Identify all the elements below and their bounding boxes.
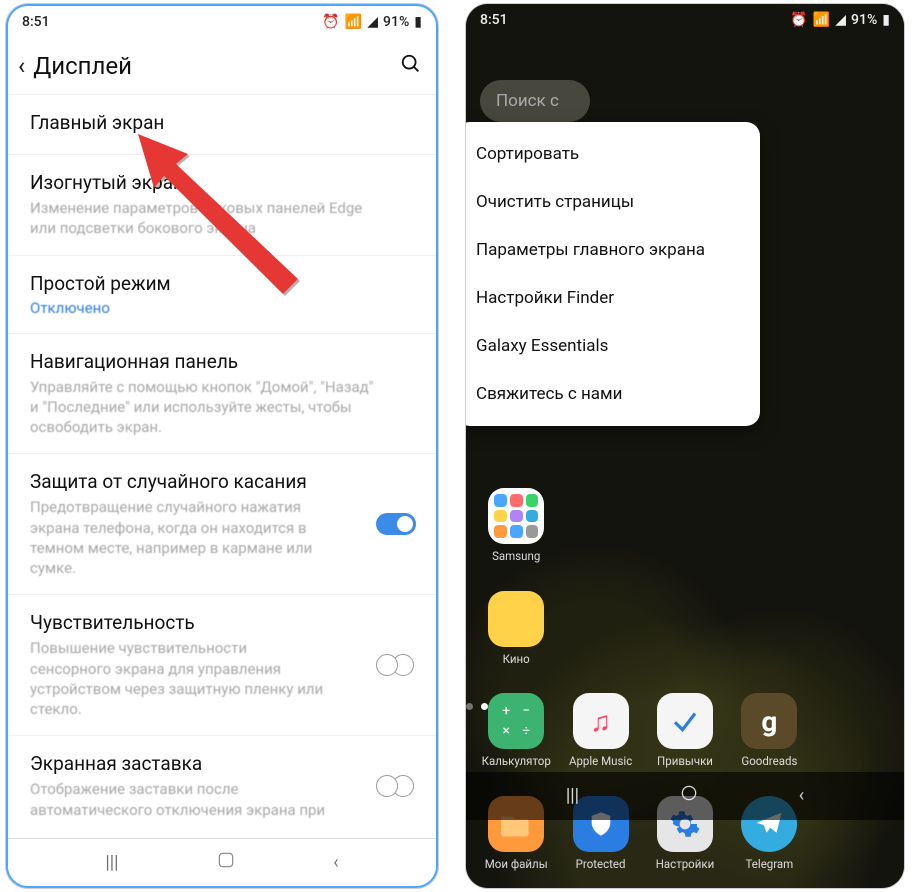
page-indicator [466,703,904,710]
recents-button[interactable]: ||| [566,785,579,806]
app-label: Кино [503,653,530,666]
back-icon[interactable]: ‹ [18,52,25,80]
item-label: Главный экран [30,111,414,134]
item-sub: Изменение параметров боковых панелей Edg… [30,198,376,239]
status-bar: 8:51 ⏰ 📶 ◢ 91% ▮ [8,6,436,38]
app-samsung-folder[interactable]: Samsung [474,488,558,563]
signal-icon: ◢ [367,14,378,30]
status-time: 8:51 [480,12,508,28]
item-easy-mode[interactable]: Простой режим Отключено [8,255,436,333]
status-battery: 91% [851,12,877,28]
battery-icon: ▮ [414,14,422,30]
item-sub: Управляйте с помощью кнопок "Домой", "На… [30,377,376,438]
search-pill[interactable]: Поиск с [480,80,590,122]
alarm-icon: ⏰ [790,12,807,28]
signal-icon: ◢ [835,12,846,28]
alarm-icon: ⏰ [322,14,339,30]
menu-sort[interactable]: Сортировать [466,130,760,178]
back-button[interactable]: ‹ [333,852,338,873]
menu-contact-us[interactable]: Свяжитесь с нами [466,370,760,418]
battery-icon: ▮ [882,12,890,28]
toggle-on[interactable] [376,513,416,535]
status-bar: 8:51 ⏰ 📶 ◢ 91% ▮ [466,4,904,36]
app-label: Telegram [746,858,794,871]
status-time: 8:51 [22,14,50,30]
toggle-off-icon[interactable] [376,654,414,676]
app-kino[interactable]: Кино [474,591,558,666]
item-edge-screen[interactable]: Изогнутый экран Изменение параметров бок… [8,154,436,255]
app-label: Калькулятор [482,755,551,768]
app-label: Настройки [656,858,715,871]
app-label: Protected [576,858,626,871]
nav-bar: ||| ‹ [466,772,904,820]
menu-finder-settings[interactable]: Настройки Finder [466,274,760,322]
wifi-icon: 📶 [345,14,362,30]
phone-launcher: 8:51 ⏰ 📶 ◢ 91% ▮ Поиск с Сортировать Очи… [466,4,904,888]
item-label: Простой режим [30,272,414,295]
page-title: Дисплей [33,52,400,80]
item-label: Защита от случайного касания [30,470,337,493]
item-label: Экранная заставка [30,752,414,775]
item-label: Изогнутый экран [30,171,414,194]
status-battery: 91% [383,14,409,30]
item-home-screen[interactable]: Главный экран [8,94,436,154]
settings-header: ‹ Дисплей [8,38,436,94]
phone-settings: 8:51 ⏰ 📶 ◢ 91% ▮ ‹ Дисплей Главный экран… [6,4,438,888]
app-label: Привычки [657,755,713,768]
item-sub: Отображение заставки после автоматическо… [30,779,330,820]
home-button[interactable] [679,783,699,808]
item-nav-bar[interactable]: Навигационная панель Управляйте с помощь… [8,333,436,454]
item-label: Навигационная панель [30,350,414,373]
back-button[interactable]: ‹ [799,785,804,806]
menu-clear-pages[interactable]: Очистить страницы [466,178,760,226]
menu-galaxy-essentials[interactable]: Galaxy Essentials [466,322,760,370]
recents-button[interactable]: ||| [105,852,118,873]
item-accidental-touch[interactable]: Защита от случайного касания Предотвраще… [8,453,436,594]
home-button[interactable] [216,850,236,875]
nav-bar: ||| ‹ [8,838,436,886]
item-screensaver[interactable]: Экранная заставка Отображение заставки п… [8,735,436,836]
search-placeholder: Поиск с [496,91,559,111]
item-sensitivity[interactable]: Чувствительность Повышение чувствительно… [8,594,436,735]
app-label: Apple Music [569,755,632,768]
popup-menu: Сортировать Очистить страницы Параметры … [466,122,760,426]
app-label: Мои файлы [485,858,548,871]
item-sub: Повышение чувствительности сенсорного эк… [30,638,330,719]
app-label: Samsung [492,550,540,563]
item-label: Чувствительность [30,611,414,634]
item-sub: Предотвращение случайного нажатия экрана… [30,497,337,578]
app-label: Goodreads [741,755,797,768]
search-icon[interactable] [400,53,422,79]
menu-home-settings[interactable]: Параметры главного экрана [466,226,760,274]
toggle-off-icon[interactable] [376,775,414,797]
item-status: Отключено [30,299,414,317]
wifi-icon: 📶 [813,12,830,28]
